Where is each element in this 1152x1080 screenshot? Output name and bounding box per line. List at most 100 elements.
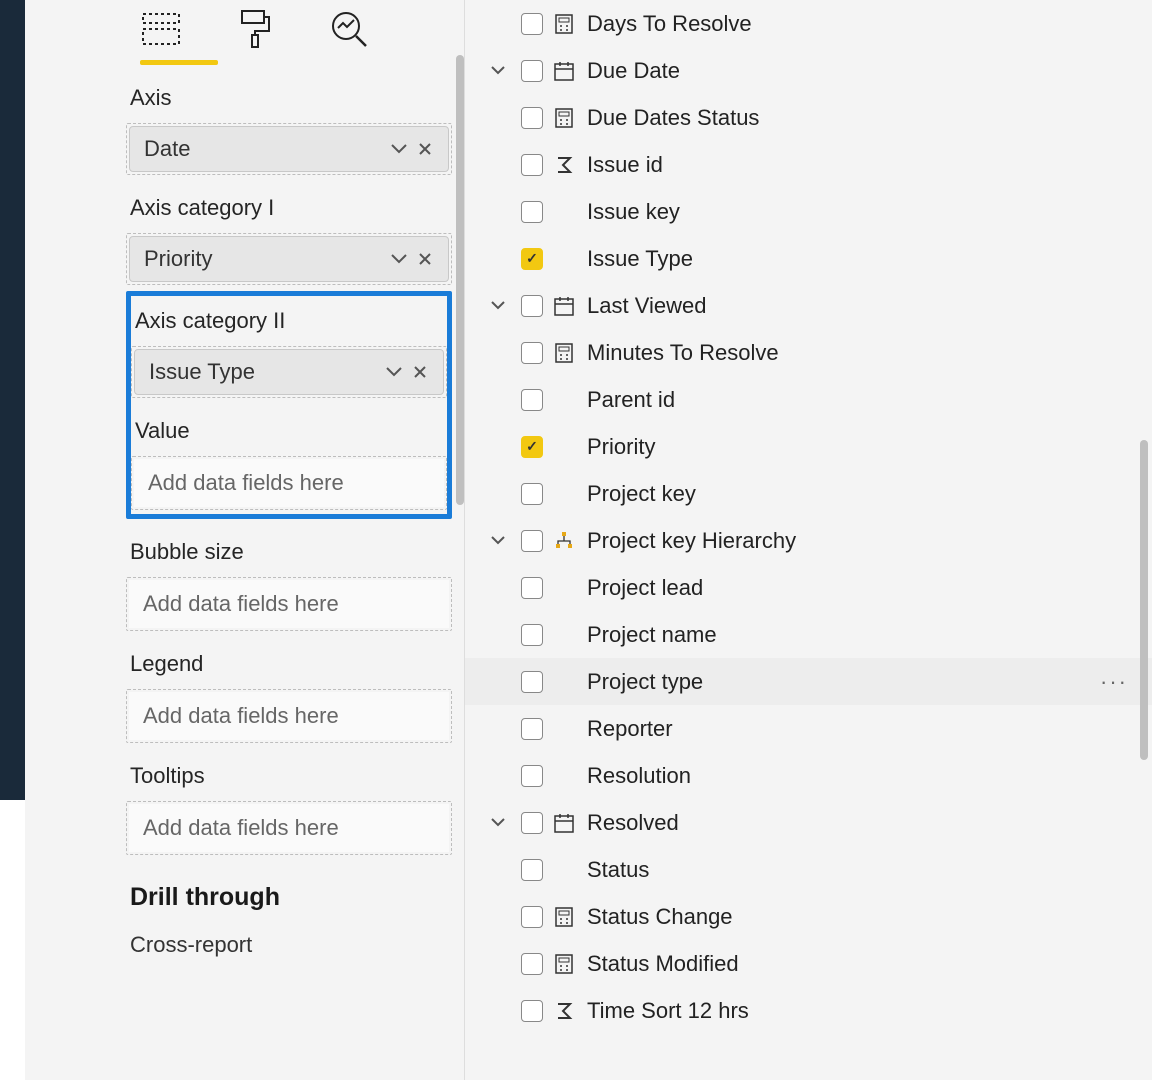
axis-cat1-field-chip[interactable]: Priority — [129, 236, 449, 282]
chevron-down-icon[interactable] — [487, 530, 509, 552]
crossreport-label: Cross-report — [130, 932, 452, 958]
field-row[interactable]: Time Sort 12 hrs — [465, 987, 1152, 1034]
axis-well[interactable]: Date — [126, 123, 452, 175]
field-checkbox[interactable] — [521, 107, 543, 129]
field-checkbox[interactable] — [521, 154, 543, 176]
hier-icon — [551, 528, 577, 554]
field-checkbox[interactable] — [521, 765, 543, 787]
field-row[interactable]: Status — [465, 846, 1152, 893]
chevron-down-icon[interactable] — [487, 812, 509, 834]
field-row[interactable]: Project name — [465, 611, 1152, 658]
bubble-dropzone[interactable]: Add data fields here — [129, 580, 449, 628]
axis-cat1-well[interactable]: Priority — [126, 233, 452, 285]
tooltips-well[interactable]: Add data fields here — [126, 801, 452, 855]
field-checkbox[interactable] — [521, 60, 543, 82]
field-checkbox[interactable] — [521, 859, 543, 881]
field-checkbox[interactable] — [521, 295, 543, 317]
close-icon[interactable] — [412, 136, 438, 162]
field-row[interactable]: Due Dates Status — [465, 94, 1152, 141]
field-row[interactable]: Status Change — [465, 893, 1152, 940]
calc-icon — [551, 340, 577, 366]
chevron-down-icon[interactable] — [381, 359, 407, 385]
field-label: Days To Resolve — [587, 11, 1138, 37]
tab-fields[interactable] — [140, 8, 182, 50]
chevron-down-icon[interactable] — [487, 295, 509, 317]
viz-scrollbar[interactable] — [456, 55, 464, 505]
axis-cat2-well[interactable]: Issue Type — [131, 346, 447, 398]
field-row[interactable]: Reporter — [465, 705, 1152, 752]
field-row[interactable]: Parent id — [465, 376, 1152, 423]
field-label: Project key Hierarchy — [587, 528, 1138, 554]
field-label: Project lead — [587, 575, 1138, 601]
close-icon[interactable] — [412, 246, 438, 272]
value-well[interactable]: Add data fields here — [131, 456, 447, 510]
field-row[interactable]: Days To Resolve — [465, 0, 1152, 47]
field-checkbox[interactable] — [521, 530, 543, 552]
field-label: Last Viewed — [587, 293, 1138, 319]
field-row[interactable]: Issue Type — [465, 235, 1152, 282]
field-label: Resolved — [587, 810, 1138, 836]
field-checkbox[interactable] — [521, 953, 543, 975]
field-row[interactable]: Status Modified — [465, 940, 1152, 987]
field-label: Status — [587, 857, 1138, 883]
field-checkbox[interactable] — [521, 906, 543, 928]
field-checkbox[interactable] — [521, 483, 543, 505]
fields-panel: Days To Resolve Due Date Due Dates Status I… — [465, 0, 1152, 1080]
value-label: Value — [135, 418, 447, 444]
calc-icon — [551, 904, 577, 930]
field-row[interactable]: Priority — [465, 423, 1152, 470]
field-row[interactable]: Project key — [465, 470, 1152, 517]
field-checkbox[interactable] — [521, 812, 543, 834]
field-checkbox[interactable] — [521, 201, 543, 223]
more-icon[interactable]: ··· — [1100, 669, 1138, 695]
tab-format[interactable] — [234, 8, 276, 50]
field-label: Project type — [587, 669, 1100, 695]
fields-scrollbar[interactable] — [1140, 440, 1148, 760]
field-checkbox[interactable] — [521, 389, 543, 411]
sigma-icon — [551, 998, 577, 1024]
field-checkbox[interactable] — [521, 342, 543, 364]
field-row[interactable]: Resolution — [465, 752, 1152, 799]
field-checkbox[interactable] — [521, 624, 543, 646]
bubble-well[interactable]: Add data fields here — [126, 577, 452, 631]
calc-icon — [551, 11, 577, 37]
field-checkbox[interactable] — [521, 577, 543, 599]
tooltips-dropzone[interactable]: Add data fields here — [129, 804, 449, 852]
field-row[interactable]: Issue id — [465, 141, 1152, 188]
field-checkbox[interactable] — [521, 671, 543, 693]
field-label: Due Dates Status — [587, 105, 1138, 131]
field-checkbox[interactable] — [521, 13, 543, 35]
field-checkbox[interactable] — [521, 1000, 543, 1022]
field-label: Status Change — [587, 904, 1138, 930]
fields-list: Days To Resolve Due Date Due Dates Status I… — [465, 0, 1152, 1034]
field-row[interactable]: Resolved — [465, 799, 1152, 846]
axis-field-text: Date — [144, 136, 386, 162]
chevron-down-icon[interactable] — [386, 136, 412, 162]
field-label: Issue Type — [587, 246, 1138, 272]
field-label: Parent id — [587, 387, 1138, 413]
field-checkbox[interactable] — [521, 718, 543, 740]
field-row[interactable]: Project type··· — [465, 658, 1152, 705]
field-row[interactable]: Project key Hierarchy — [465, 517, 1152, 564]
chevron-down-icon[interactable] — [386, 246, 412, 272]
field-row[interactable]: Minutes To Resolve — [465, 329, 1152, 376]
analytics-magnifier-icon — [330, 10, 368, 48]
field-row[interactable]: Issue key — [465, 188, 1152, 235]
field-checkbox[interactable] — [521, 436, 543, 458]
cal-icon — [551, 810, 577, 836]
close-icon[interactable] — [407, 359, 433, 385]
field-row[interactable]: Last Viewed — [465, 282, 1152, 329]
axis-cat2-label: Axis category II — [135, 308, 447, 334]
calc-icon — [551, 105, 577, 131]
axis-field-chip[interactable]: Date — [129, 126, 449, 172]
axis-cat2-field-chip[interactable]: Issue Type — [134, 349, 444, 395]
legend-well[interactable]: Add data fields here — [126, 689, 452, 743]
chevron-down-icon[interactable] — [487, 60, 509, 82]
field-checkbox[interactable] — [521, 248, 543, 270]
tab-analytics[interactable] — [328, 8, 370, 50]
field-row[interactable]: Project lead — [465, 564, 1152, 611]
legend-dropzone[interactable]: Add data fields here — [129, 692, 449, 740]
field-row[interactable]: Due Date — [465, 47, 1152, 94]
value-dropzone[interactable]: Add data fields here — [134, 459, 444, 507]
drillthrough-heading: Drill through — [130, 883, 452, 912]
